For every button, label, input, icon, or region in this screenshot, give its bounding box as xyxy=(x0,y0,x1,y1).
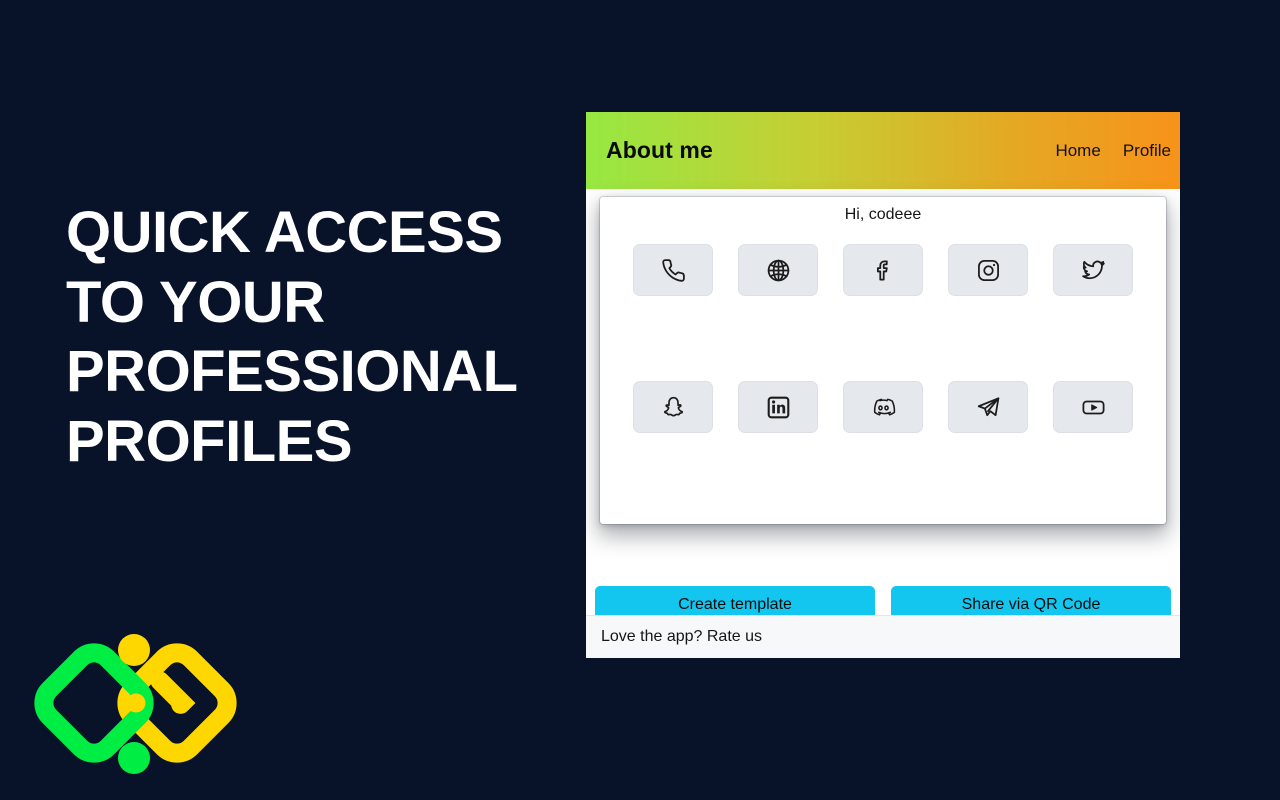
card-zone: Hi, codeee xyxy=(586,189,1180,544)
snapchat-icon xyxy=(661,395,686,420)
app-navigation: Home Profile xyxy=(1055,141,1171,161)
brand-logo xyxy=(28,628,240,780)
social-icon-row-1 xyxy=(620,244,1146,296)
rate-us-text[interactable]: Love the app? Rate us xyxy=(601,628,762,646)
linkedin-icon xyxy=(766,395,791,420)
app-title: About me xyxy=(606,137,713,163)
app-header: About me Home Profile xyxy=(586,112,1180,189)
social-tile-telegram[interactable] xyxy=(948,381,1028,433)
twitter-icon xyxy=(1081,258,1106,283)
nav-link-home[interactable]: Home xyxy=(1055,141,1100,161)
discord-icon xyxy=(871,395,896,420)
phone-icon xyxy=(661,258,686,283)
social-tile-youtube[interactable] xyxy=(1053,381,1133,433)
profile-card: Hi, codeee xyxy=(600,197,1166,524)
facebook-icon xyxy=(871,258,896,283)
greeting-text: Hi, codeee xyxy=(844,206,922,223)
social-icon-grid xyxy=(600,224,1166,433)
social-tile-snapchat[interactable] xyxy=(633,381,713,433)
app-mockup-window: About me Home Profile Hi, codeee Create … xyxy=(586,112,1180,658)
social-tile-phone[interactable] xyxy=(633,244,713,296)
social-tile-instagram[interactable] xyxy=(948,244,1028,296)
social-icon-row-2 xyxy=(620,381,1146,433)
social-tile-linkedin[interactable] xyxy=(738,381,818,433)
instagram-icon xyxy=(976,258,1001,283)
app-footer: Love the app? Rate us xyxy=(586,615,1180,658)
left-promo-panel: QUICK ACCESS TO YOUR PROFESSIONAL PROFIL… xyxy=(0,0,586,800)
social-tile-website[interactable] xyxy=(738,244,818,296)
nav-link-profile[interactable]: Profile xyxy=(1123,141,1171,161)
globe-icon xyxy=(766,258,791,283)
social-tile-discord[interactable] xyxy=(843,381,923,433)
page-title: QUICK ACCESS TO YOUR PROFESSIONAL PROFIL… xyxy=(66,200,517,474)
social-tile-facebook[interactable] xyxy=(843,244,923,296)
social-tile-twitter[interactable] xyxy=(1053,244,1133,296)
youtube-icon xyxy=(1081,395,1106,420)
telegram-icon xyxy=(976,395,1001,420)
